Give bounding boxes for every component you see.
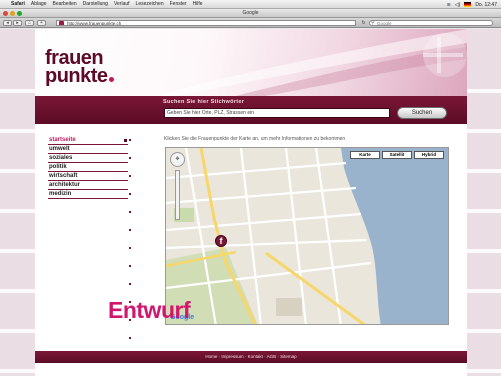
- home-icon: ⌂: [27, 20, 32, 26]
- forward-button[interactable]: ▸: [13, 20, 22, 26]
- map-type-hybrid[interactable]: Hybrid: [414, 151, 444, 159]
- site-header: frauen punkte: [35, 29, 467, 96]
- sidebar-nav: startseite umwelt soziales politik wirts…: [48, 136, 128, 199]
- map-pan-control[interactable]: ✥: [170, 152, 185, 167]
- browser-search-field[interactable]: ⚲ Google: [369, 20, 493, 26]
- search-icon: ⚲: [371, 20, 375, 26]
- nav-item-startseite[interactable]: startseite: [48, 136, 128, 145]
- logo-line-2: punkte: [45, 65, 114, 88]
- search-input-value: Geben Sie hier Orte, PLZ, Strassen ein: [167, 110, 254, 116]
- menu-bearbeiten[interactable]: Bearbeiten: [52, 1, 76, 7]
- map-type-karte[interactable]: Karte: [350, 151, 380, 159]
- minimize-icon[interactable]: [10, 11, 15, 16]
- map-zoom-slider[interactable]: [175, 170, 180, 220]
- close-icon[interactable]: [3, 11, 8, 16]
- flag-icon[interactable]: [464, 2, 472, 7]
- nav-item-label: wirtschaft: [49, 173, 78, 179]
- nav-item-umwelt[interactable]: umwelt: [48, 145, 128, 154]
- map-streets: [166, 148, 448, 324]
- menu-fenster[interactable]: Fenster: [170, 1, 187, 7]
- map-type-satellit[interactable]: Satellit: [382, 151, 412, 159]
- logo-dot-icon: [108, 77, 114, 82]
- draft-watermark: Entwurf: [108, 297, 191, 323]
- menu-ablage[interactable]: Ablage: [31, 1, 47, 7]
- menubar-clock[interactable]: Do. 12:47: [475, 2, 497, 8]
- wifi-icon[interactable]: ≋: [447, 2, 451, 8]
- forward-arrow-icon: ▸: [16, 20, 19, 26]
- nav-item-soziales[interactable]: soziales: [48, 154, 128, 163]
- pan-arrows-icon: ✥: [175, 156, 180, 162]
- url-text: http://www.frauenpunkte.ch: [67, 21, 122, 26]
- browser-search-placeholder: Google: [377, 21, 392, 26]
- menu-hilfe[interactable]: Hilfe: [193, 1, 203, 7]
- menubar-status: ≋ ◁) Do. 12:47: [447, 0, 497, 8]
- menu-verlauf[interactable]: Verlauf: [114, 1, 130, 7]
- add-bookmark-button[interactable]: +: [37, 20, 46, 26]
- web-page: frauen punkte Suchen Sie hier Stichwörte…: [0, 29, 501, 376]
- location-search-input[interactable]: Geben Sie hier Orte, PLZ, Strassen ein: [164, 108, 390, 118]
- home-button[interactable]: ⌂: [25, 20, 34, 26]
- nav-item-wirtschaft[interactable]: wirtschaft: [48, 172, 128, 181]
- nav-item-label: soziales: [49, 155, 73, 161]
- nav-item-label: startseite: [49, 137, 76, 143]
- nav-item-label: politik: [49, 164, 67, 170]
- menu-lesezeichen[interactable]: Lesezeichen: [136, 1, 164, 7]
- volume-icon[interactable]: ◁): [455, 2, 461, 8]
- url-field[interactable]: http://www.frauenpunkte.ch: [56, 20, 356, 26]
- reload-button[interactable]: ↻: [360, 20, 367, 26]
- reload-icon: ↻: [361, 20, 366, 26]
- back-arrow-icon: ◂: [6, 20, 9, 26]
- nav-item-label: medizin: [49, 191, 72, 197]
- map-hint-text: Klicken Sie die Frauenpunkte der Karte a…: [164, 136, 346, 142]
- plus-icon: +: [40, 20, 43, 26]
- nav-item-architektur[interactable]: architektur: [48, 181, 128, 190]
- nav-item-politik[interactable]: politik: [48, 163, 128, 172]
- map-marker-icon[interactable]: f: [215, 235, 227, 247]
- back-button[interactable]: ◂: [3, 20, 12, 26]
- window-title: Google: [242, 10, 259, 16]
- site-footer[interactable]: Home · Impressum · Kontakt · AGB · Sitem…: [35, 351, 467, 363]
- menu-app[interactable]: Safari: [11, 1, 25, 7]
- window-controls: [3, 11, 22, 16]
- os-menubar: Safari Ablage Bearbeiten Darstellung Ver…: [0, 0, 501, 9]
- nav-item-medizin[interactable]: medizin: [48, 190, 128, 199]
- logo-word-2: punkte: [45, 65, 108, 87]
- favicon-icon: [59, 21, 64, 25]
- search-button[interactable]: Suchen: [397, 107, 447, 119]
- nav-bullet-icon: [124, 139, 127, 142]
- browser-toolbar: ◂ ▸ ⌂ + http://www.frauenpunkte.ch ↻ ⚲ G…: [0, 18, 501, 28]
- zoom-icon[interactable]: [17, 11, 22, 16]
- menu-darstellung[interactable]: Darstellung: [83, 1, 108, 7]
- map-view[interactable]: ✥ Karte Satellit Hybrid f Google: [165, 147, 449, 325]
- screen: Safari Ablage Bearbeiten Darstellung Ver…: [0, 0, 501, 376]
- browser-titlebar: Google: [0, 9, 501, 18]
- nav-item-label: architektur: [49, 182, 81, 188]
- nav-item-label: umwelt: [49, 146, 70, 152]
- search-title: Suchen Sie hier Stichwörter: [163, 99, 245, 105]
- search-band: Suchen Sie hier Stichwörter Geben Sie hi…: [35, 96, 467, 124]
